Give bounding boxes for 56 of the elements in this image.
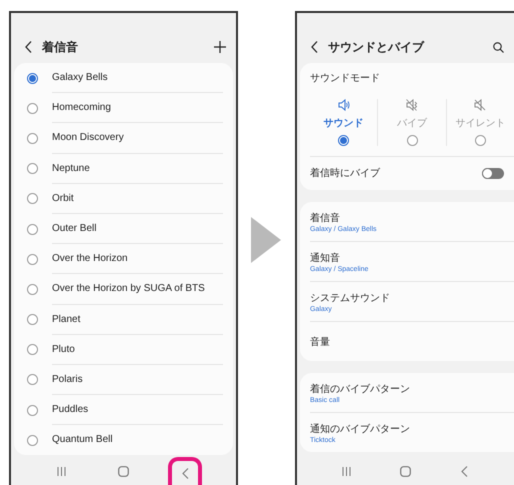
ringtone-name[interactable]: Neptune xyxy=(52,154,223,184)
toggle-switch[interactable] xyxy=(482,168,504,178)
home-icon xyxy=(400,466,411,476)
setting-title[interactable]: 着信音 xyxy=(310,210,514,224)
radio-button[interactable] xyxy=(27,72,38,84)
ringtone-name[interactable]: Planet xyxy=(52,304,223,335)
radio-button[interactable] xyxy=(27,254,38,265)
radio-button[interactable] xyxy=(27,224,38,235)
radio-button[interactable] xyxy=(406,135,418,146)
radio-button[interactable] xyxy=(27,132,38,144)
setting-title[interactable]: 着信のバイブパターン xyxy=(310,382,514,396)
setting-title[interactable]: 通知音 xyxy=(310,250,514,264)
back-icon[interactable] xyxy=(25,41,32,53)
setting-title[interactable]: 音量 xyxy=(310,334,514,348)
ringtone-name[interactable]: Over the Horizon by SUGA of BTS xyxy=(52,274,223,304)
radio-button[interactable] xyxy=(27,344,38,356)
home-icon xyxy=(118,466,129,476)
section-label: サウンドモード xyxy=(310,72,381,85)
vibrate-icon[interactable] xyxy=(406,99,418,111)
radio-button[interactable] xyxy=(27,163,38,174)
speaker-icon[interactable] xyxy=(338,99,350,111)
radio-button[interactable] xyxy=(27,193,38,204)
search-icon[interactable] xyxy=(493,42,504,52)
ringtone-name[interactable]: Homecoming xyxy=(52,93,223,124)
ringtone-name[interactable]: Over the Horizon xyxy=(52,244,223,274)
back-icon[interactable] xyxy=(310,41,318,53)
mute-icon[interactable] xyxy=(474,99,486,111)
screen-title: サウンドとバイブ xyxy=(328,38,426,56)
setting-title[interactable]: システムサウンド xyxy=(310,290,514,304)
setting-label: 着信時にバイブ xyxy=(310,166,380,180)
ringtone-name[interactable]: Galaxy Bells xyxy=(52,63,223,94)
radio-button[interactable] xyxy=(27,434,38,446)
radio-button[interactable] xyxy=(27,374,38,386)
ringtone-name[interactable]: Quantum Bell xyxy=(52,425,223,456)
back-icon xyxy=(460,466,468,476)
ringtone-name[interactable]: Pluto xyxy=(52,334,223,365)
radio-button[interactable] xyxy=(27,102,38,114)
radio-button[interactable] xyxy=(27,404,38,416)
screen-title: 着信音 xyxy=(42,38,79,56)
back-button[interactable] xyxy=(168,457,202,485)
arrow-icon xyxy=(250,217,281,263)
ringtone-name[interactable]: Moon Discovery xyxy=(52,123,223,154)
ringtone-name[interactable]: Outer Bell xyxy=(52,214,223,244)
radio-button[interactable] xyxy=(338,135,350,146)
ringtone-name[interactable]: Puddles xyxy=(52,395,223,426)
ringtone-name[interactable]: Polaris xyxy=(52,364,223,396)
add-icon[interactable] xyxy=(214,41,226,53)
radio-button[interactable] xyxy=(27,284,38,295)
mode-label[interactable]: サウンド xyxy=(324,116,364,130)
setting-title[interactable]: 通知のバイブパターン xyxy=(310,422,514,436)
radio-button[interactable] xyxy=(27,314,38,326)
back-icon xyxy=(182,468,189,478)
ringtone-name[interactable]: Orbit xyxy=(52,184,223,214)
radio-button[interactable] xyxy=(474,135,486,146)
recents-icon xyxy=(57,466,66,476)
recents-icon xyxy=(342,466,351,476)
